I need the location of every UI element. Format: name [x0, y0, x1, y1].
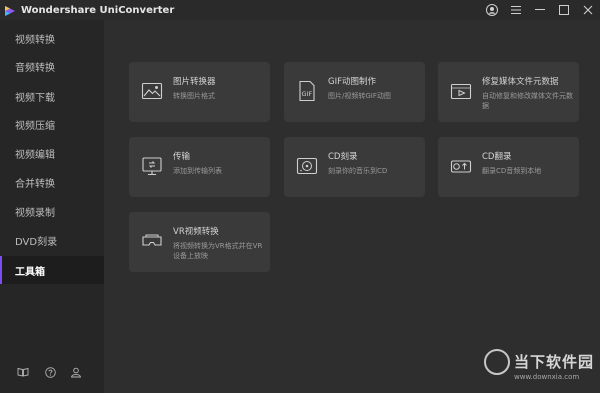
toolbox-panel: 图片转换器 转换图片格式 GIF GIF动图制作 图片/视频转GIF动图 修复媒…	[104, 20, 600, 393]
watermark-url: www.downxia.com	[514, 373, 580, 381]
sidebar-item-dvd-burn[interactable]: DVD刻录	[0, 226, 104, 254]
tool-title: 传输	[173, 152, 191, 162]
tool-description: 自动修复和修改媒体文件元数据	[482, 92, 573, 110]
window-controls	[480, 0, 600, 20]
watermark: 当下软件园 www.downxia.com	[484, 349, 594, 389]
tool-description: 翻录CD音频到本地	[482, 167, 542, 175]
tool-title: CD刻录	[328, 152, 358, 162]
menu-icon[interactable]	[504, 0, 528, 20]
gif-icon: GIF	[296, 80, 318, 102]
sidebar-item-merge[interactable]: 合并转换	[0, 168, 104, 196]
tool-title: 修复媒体文件元数据	[482, 77, 559, 87]
close-icon[interactable]	[576, 0, 600, 20]
title-bar: Wondershare UniConverter	[0, 0, 600, 20]
sidebar-item-video-edit[interactable]: 视频编辑	[0, 139, 104, 167]
app-logo-icon	[4, 4, 16, 16]
sidebar-item-toolbox[interactable]: 工具箱	[0, 256, 104, 284]
tool-title: CD翻录	[482, 152, 512, 162]
tool-title: GIF动图制作	[328, 77, 376, 87]
tool-card-fix-metadata[interactable]: 修复媒体文件元数据 自动修复和修改媒体文件元数据	[438, 62, 579, 122]
sidebar-item-video-convert[interactable]: 视频转换	[0, 24, 104, 52]
tool-description: 添加到传输列表	[173, 167, 222, 175]
cd-rip-icon	[450, 155, 472, 177]
svg-text:GIF: GIF	[302, 90, 313, 98]
metadata-icon	[450, 80, 472, 102]
tool-description: 图片/视频转GIF动图	[328, 92, 391, 100]
maximize-icon[interactable]	[552, 0, 576, 20]
minimize-icon[interactable]	[528, 0, 552, 20]
tool-description: 转换图片格式	[173, 92, 215, 100]
account-icon[interactable]	[69, 365, 83, 379]
tool-card-cd-burn[interactable]: CD刻录 刻录你的音乐到CD	[284, 137, 425, 197]
watermark-logo-icon	[484, 349, 510, 375]
user-icon[interactable]	[480, 0, 504, 20]
tool-card-vr-convert[interactable]: VR视频转换 将视频转换为VR格式并在VR设备上放映	[129, 212, 270, 272]
sidebar-item-video-compress[interactable]: 视频压缩	[0, 110, 104, 138]
tool-title: 图片转换器	[173, 77, 216, 87]
sidebar-item-audio-convert[interactable]: 音频转换	[0, 52, 104, 80]
cd-burn-icon	[296, 155, 318, 177]
sidebar: 视频转换 音频转换 视频下载 视频压缩 视频编辑 合并转换 视频录制 DVD刻录…	[0, 20, 104, 393]
tool-description: 刻录你的音乐到CD	[328, 167, 388, 175]
tool-card-image-converter[interactable]: 图片转换器 转换图片格式	[129, 62, 270, 122]
tool-card-transfer[interactable]: 传输 添加到传输列表	[129, 137, 270, 197]
sidebar-item-video-download[interactable]: 视频下载	[0, 82, 104, 110]
sidebar-bottom-bar	[0, 365, 104, 381]
app-title: Wondershare UniConverter	[21, 4, 175, 16]
help-icon[interactable]	[43, 365, 57, 379]
image-convert-icon	[141, 80, 163, 102]
watermark-text: 当下软件园	[514, 353, 595, 371]
tool-description: 将视频转换为VR格式并在VR设备上放映	[173, 242, 263, 260]
tool-title: VR视频转换	[173, 227, 219, 237]
book-icon[interactable]	[16, 365, 30, 379]
tool-card-cd-rip[interactable]: CD翻录 翻录CD音频到本地	[438, 137, 579, 197]
vr-icon	[141, 230, 163, 252]
transfer-icon	[141, 155, 163, 177]
sidebar-item-screen-record[interactable]: 视频录制	[0, 197, 104, 225]
tool-card-gif-maker[interactable]: GIF GIF动图制作 图片/视频转GIF动图	[284, 62, 425, 122]
